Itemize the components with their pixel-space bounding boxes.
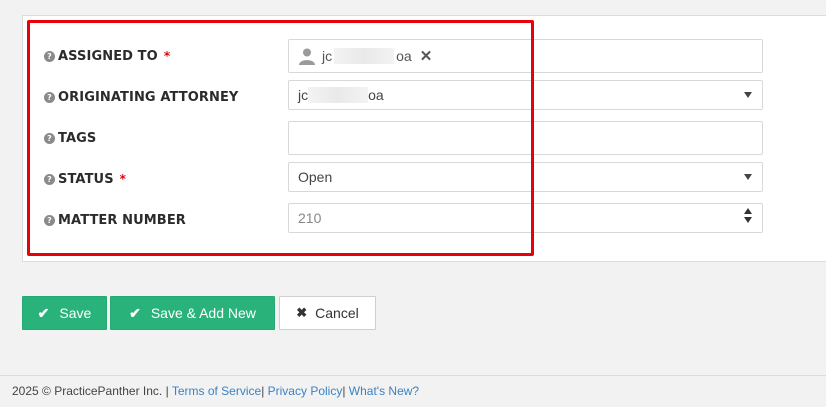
tags-input[interactable] <box>288 121 763 155</box>
number-spinner-icon[interactable] <box>744 208 752 223</box>
assigned-user-name-end: oa <box>396 48 412 64</box>
save-button[interactable]: ✔ Save <box>22 296 107 330</box>
help-icon[interactable]: ? <box>44 91 55 103</box>
attorney-name-end: oa <box>368 87 384 103</box>
privacy-link[interactable]: Privacy Policy <box>268 384 343 398</box>
check-icon: ✔ <box>129 304 141 321</box>
terms-link[interactable]: Terms of Service <box>172 384 261 398</box>
footer: 2025 © PracticePanther Inc. | Terms of S… <box>12 384 419 398</box>
status-value: Open <box>298 169 333 185</box>
originating-attorney-row: ? ORIGINATING ATTORNEY jc oa <box>0 80 826 114</box>
assigned-to-field[interactable]: jc oa ✕ <box>288 39 763 73</box>
originating-attorney-label: ? ORIGINATING ATTORNEY <box>44 80 238 114</box>
close-icon[interactable]: ✕ <box>420 47 433 65</box>
attorney-name-start: jc <box>298 87 309 103</box>
help-icon[interactable]: ? <box>44 173 55 185</box>
spinner-up-icon[interactable] <box>744 208 752 214</box>
matter-number-value: 210 <box>298 210 322 226</box>
footer-divider <box>0 375 826 376</box>
caret-down-icon[interactable] <box>744 174 752 180</box>
assigned-to-label: ? ASSIGNED TO * <box>44 39 170 73</box>
matter-number-label: ? MATTER NUMBER <box>44 203 186 237</box>
whats-new-link[interactable]: What's New? <box>349 384 419 398</box>
cancel-button[interactable]: ✖ Cancel <box>279 296 376 330</box>
help-icon[interactable]: ? <box>44 214 55 226</box>
redacted-text <box>308 87 369 103</box>
tags-row: ? TAGS <box>0 121 826 155</box>
required-marker: * <box>119 172 127 186</box>
help-icon[interactable]: ? <box>44 132 55 144</box>
redacted-text <box>334 48 395 64</box>
status-select[interactable]: Open <box>288 162 763 192</box>
matter-number-input[interactable]: 210 <box>288 203 763 233</box>
spinner-down-icon[interactable] <box>744 217 752 223</box>
save-add-new-button[interactable]: ✔ Save & Add New <box>110 296 275 330</box>
copyright-text: 2025 © PracticePanther Inc. | <box>12 384 172 398</box>
required-marker: * <box>163 49 171 63</box>
originating-attorney-select[interactable]: jc oa <box>288 80 763 110</box>
status-row: ? STATUS * Open <box>0 162 826 196</box>
person-icon <box>299 48 315 65</box>
check-icon: ✔ <box>37 304 50 321</box>
assigned-to-row: ? ASSIGNED TO * jc oa ✕ <box>0 39 826 73</box>
help-icon[interactable]: ? <box>44 50 55 62</box>
assigned-user-tag: jc oa ✕ <box>298 47 432 65</box>
tags-label: ? TAGS <box>44 121 96 155</box>
assigned-user-name-start: jc <box>322 48 333 64</box>
status-label: ? STATUS * <box>44 162 126 196</box>
x-icon: ✖ <box>296 305 308 320</box>
caret-down-icon[interactable] <box>744 92 752 98</box>
matter-number-row: ? MATTER NUMBER 210 <box>0 203 826 237</box>
